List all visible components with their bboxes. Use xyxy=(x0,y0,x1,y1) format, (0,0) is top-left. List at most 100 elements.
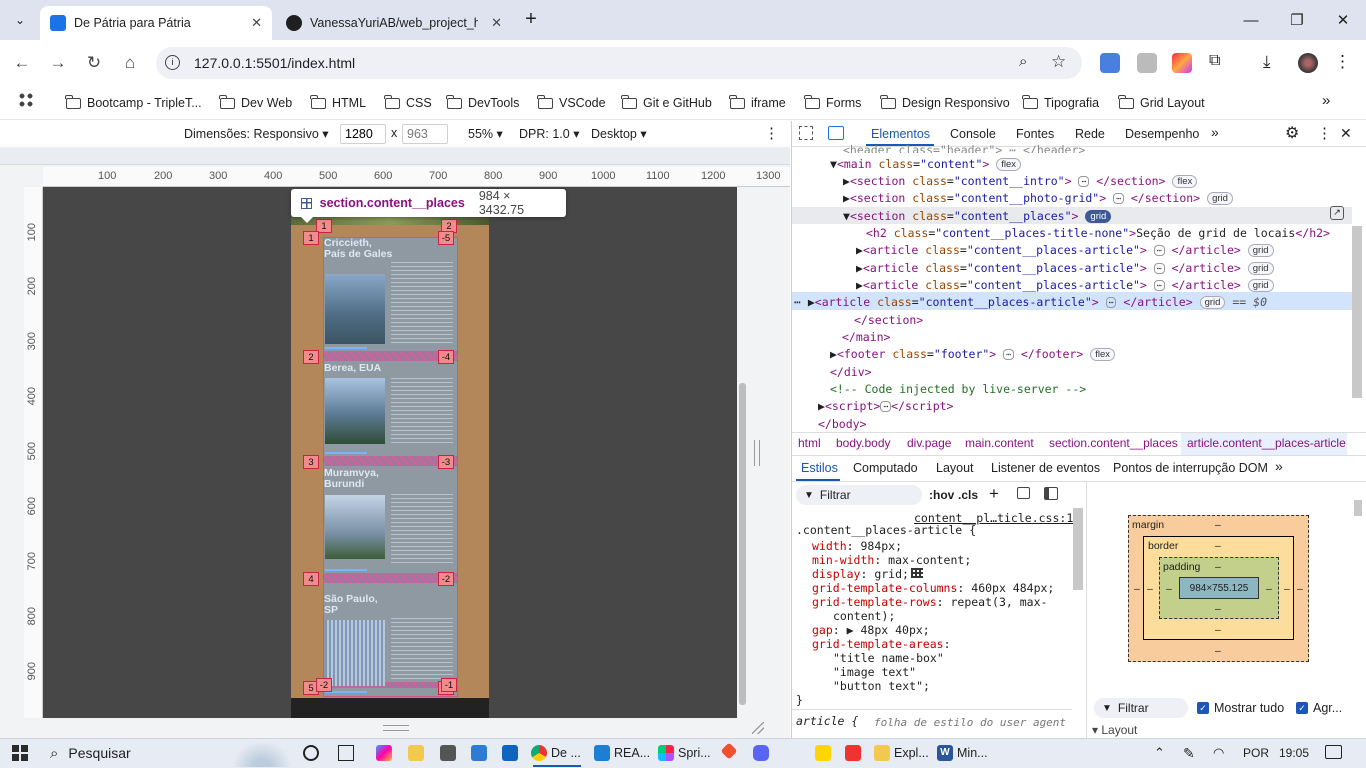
css-declaration-cont[interactable]: "button text"; xyxy=(833,679,930,693)
bookmark-folder[interactable]: Forms xyxy=(804,92,861,114)
task-view-icon[interactable] xyxy=(303,745,319,761)
styles-filter-input[interactable]: ▼ Filtrar xyxy=(796,485,922,505)
dom-line-script[interactable]: ▶<script> ⋯ </script> xyxy=(818,399,953,413)
bookmark-folder[interactable]: CSS xyxy=(384,92,432,114)
zoom-icon[interactable]: ⌕ xyxy=(1019,53,1027,70)
css-declaration[interactable]: grid-template-rows: repeat(3, max- xyxy=(812,595,1047,609)
bookmark-folder[interactable]: Dev Web xyxy=(219,92,292,114)
css-declaration-cont[interactable]: "image text" xyxy=(833,665,916,679)
box-model-content[interactable]: 984×755.125 xyxy=(1179,577,1259,599)
taskbar-vscode[interactable]: REA... xyxy=(594,744,650,762)
colorful-extension-icon[interactable] xyxy=(1172,53,1192,73)
clock[interactable]: 19:05 xyxy=(1279,746,1309,760)
boxmodel-scrollbar[interactable] xyxy=(1354,500,1362,516)
url-text[interactable]: 127.0.0.1:5501/index.html xyxy=(194,55,355,71)
download-icon[interactable]: ⤓ xyxy=(1263,52,1271,72)
windows-start-icon[interactable] xyxy=(12,745,28,761)
show-all-checkbox[interactable]: ✓ Mostrar tudo xyxy=(1197,701,1284,715)
dom-line-section-intro[interactable]: ▶<section class="content__intro"> ⋯ </se… xyxy=(843,174,1198,188)
dom-line-article[interactable]: ▶<article class="content__places-article… xyxy=(856,278,1274,292)
more-bookmarks-icon[interactable]: » xyxy=(1322,92,1330,109)
hov-toggle[interactable]: :hov xyxy=(929,488,954,502)
dom-line-close-section[interactable]: </section> xyxy=(854,313,923,327)
dom-line-article-selected[interactable]: ⋯ ▶<article class="content__places-artic… xyxy=(794,295,1267,309)
bookmark-folder[interactable]: VSCode xyxy=(537,92,606,114)
breadcrumb-body[interactable]: body.body xyxy=(836,436,891,450)
breadcrumb-section[interactable]: section.content__places xyxy=(1049,436,1178,450)
zoom-dropdown[interactable]: 55% ▾ xyxy=(468,126,503,141)
teams-icon[interactable] xyxy=(471,745,487,761)
new-tab-button[interactable]: + xyxy=(520,8,542,30)
back-button[interactable]: ← xyxy=(7,48,37,78)
tab-pontos-interrupcao[interactable]: Pontos de interrupção DOM xyxy=(1113,461,1268,475)
resize-handle-bottom[interactable] xyxy=(383,725,409,731)
grid-editor-icon[interactable] xyxy=(910,568,923,578)
close-icon[interactable]: ✕ xyxy=(491,15,502,31)
css-declaration[interactable]: gap: ▶ 48px 40px; xyxy=(812,623,930,637)
tab-rede[interactable]: Rede xyxy=(1075,127,1105,141)
extensions-puzzle-icon[interactable]: ⧉ xyxy=(1209,52,1220,70)
pen-icon[interactable]: ✎ xyxy=(1183,745,1195,762)
css-declaration[interactable]: min-width: max-content; xyxy=(812,553,971,567)
dimensions-dropdown[interactable]: Dimensões: Responsivo ▾ xyxy=(184,126,329,141)
bookmark-folder[interactable]: Git e GitHub xyxy=(621,92,712,114)
notifications-icon[interactable] xyxy=(1325,745,1342,759)
tab-elementos[interactable]: Elementos xyxy=(871,127,930,141)
translate-extension-icon[interactable] xyxy=(1100,53,1120,73)
settings-gear-icon[interactable]: ⚙ xyxy=(1285,123,1299,143)
discord-icon[interactable] xyxy=(753,745,769,761)
computed-filter-input[interactable]: ▼ Filtrar xyxy=(1094,698,1188,718)
site-info-icon[interactable]: i xyxy=(165,55,180,70)
css-declaration-cont[interactable]: content); xyxy=(833,609,895,623)
sidebar-toggle-icon[interactable] xyxy=(1044,487,1058,500)
tab-console[interactable]: Console xyxy=(950,127,996,141)
height-input[interactable] xyxy=(402,124,448,144)
computed-styles-icon[interactable] xyxy=(1017,487,1030,499)
new-style-rule-icon[interactable]: ↗ xyxy=(1330,206,1344,220)
widgets-icon[interactable] xyxy=(338,745,354,761)
home-button[interactable]: ⌂ xyxy=(115,48,145,78)
bookmark-folder[interactable]: Grid Layout xyxy=(1118,92,1205,114)
calculator-icon[interactable] xyxy=(440,745,456,761)
group-checkbox[interactable]: ✓ Agr... xyxy=(1296,701,1342,715)
keyboard-language[interactable]: POR xyxy=(1243,746,1269,760)
devtools-close-icon[interactable]: ✕ xyxy=(1340,125,1352,142)
minimize-button[interactable]: — xyxy=(1228,0,1274,40)
bookmark-folder[interactable]: Design Responsivo xyxy=(880,92,1010,114)
breadcrumb-html[interactable]: html xyxy=(798,436,821,450)
dom-line-h2[interactable]: <h2 class="content__places-title-none">S… xyxy=(866,226,1330,240)
bookmark-folder[interactable]: iframe xyxy=(729,92,786,114)
dom-line-section-photo-grid[interactable]: ▶<section class="content__photo-grid"> ⋯… xyxy=(843,191,1233,205)
cls-toggle[interactable]: .cls xyxy=(958,488,978,502)
breadcrumb-main[interactable]: main.content xyxy=(965,436,1034,450)
device-mode-dropdown[interactable]: Desktop ▾ xyxy=(591,126,647,141)
dom-line-article[interactable]: ▶<article class="content__places-article… xyxy=(856,261,1274,275)
layout-section-header[interactable]: ▾ Layout xyxy=(1092,723,1137,737)
css-declaration[interactable]: width: 984px; xyxy=(812,539,902,553)
profile-avatar[interactable] xyxy=(1298,53,1318,73)
tab-search-button[interactable]: ⌄ xyxy=(10,10,30,30)
taskbar-search[interactable]: ⌕ Pesquisar xyxy=(50,744,131,762)
css-declaration[interactable]: grid-template-columns: 460px 484px; xyxy=(812,581,1054,595)
close-icon[interactable]: ✕ xyxy=(251,15,262,31)
restore-button[interactable]: ❐ xyxy=(1274,0,1320,40)
breadcrumb-div[interactable]: div.page xyxy=(907,436,951,450)
dom-line-comment[interactable]: <!-- Code injected by live-server --> xyxy=(830,382,1086,396)
css-declaration[interactable]: display: grid; xyxy=(812,567,923,581)
css-selector[interactable]: .content__places-article { xyxy=(796,523,976,537)
styles-scrollbar[interactable] xyxy=(1073,508,1083,590)
dpr-dropdown[interactable]: DPR: 1.0 ▾ xyxy=(519,126,579,141)
dom-line-article[interactable]: ▶<article class="content__places-article… xyxy=(856,243,1274,257)
taskbar-word[interactable]: W Min... xyxy=(937,744,988,762)
device-toggle-icon[interactable] xyxy=(828,126,844,140)
breadcrumb-article[interactable]: article.content__places-article xyxy=(1187,436,1346,450)
sticky-notes-icon[interactable] xyxy=(815,745,831,761)
devtools-menu-icon[interactable]: ⋮ xyxy=(1317,124,1332,142)
bookmark-folder[interactable]: Bootcamp - TripleT... xyxy=(65,92,202,114)
dom-line-close-body[interactable]: </body> xyxy=(818,417,866,431)
taskbar-spring[interactable]: Spri... xyxy=(658,744,711,762)
app-icon[interactable] xyxy=(845,745,861,761)
bookmark-folder[interactable]: HTML xyxy=(310,92,366,114)
tab-desempenho[interactable]: Desempenho xyxy=(1125,127,1199,141)
css-declaration[interactable]: grid-template-areas: xyxy=(812,637,951,651)
